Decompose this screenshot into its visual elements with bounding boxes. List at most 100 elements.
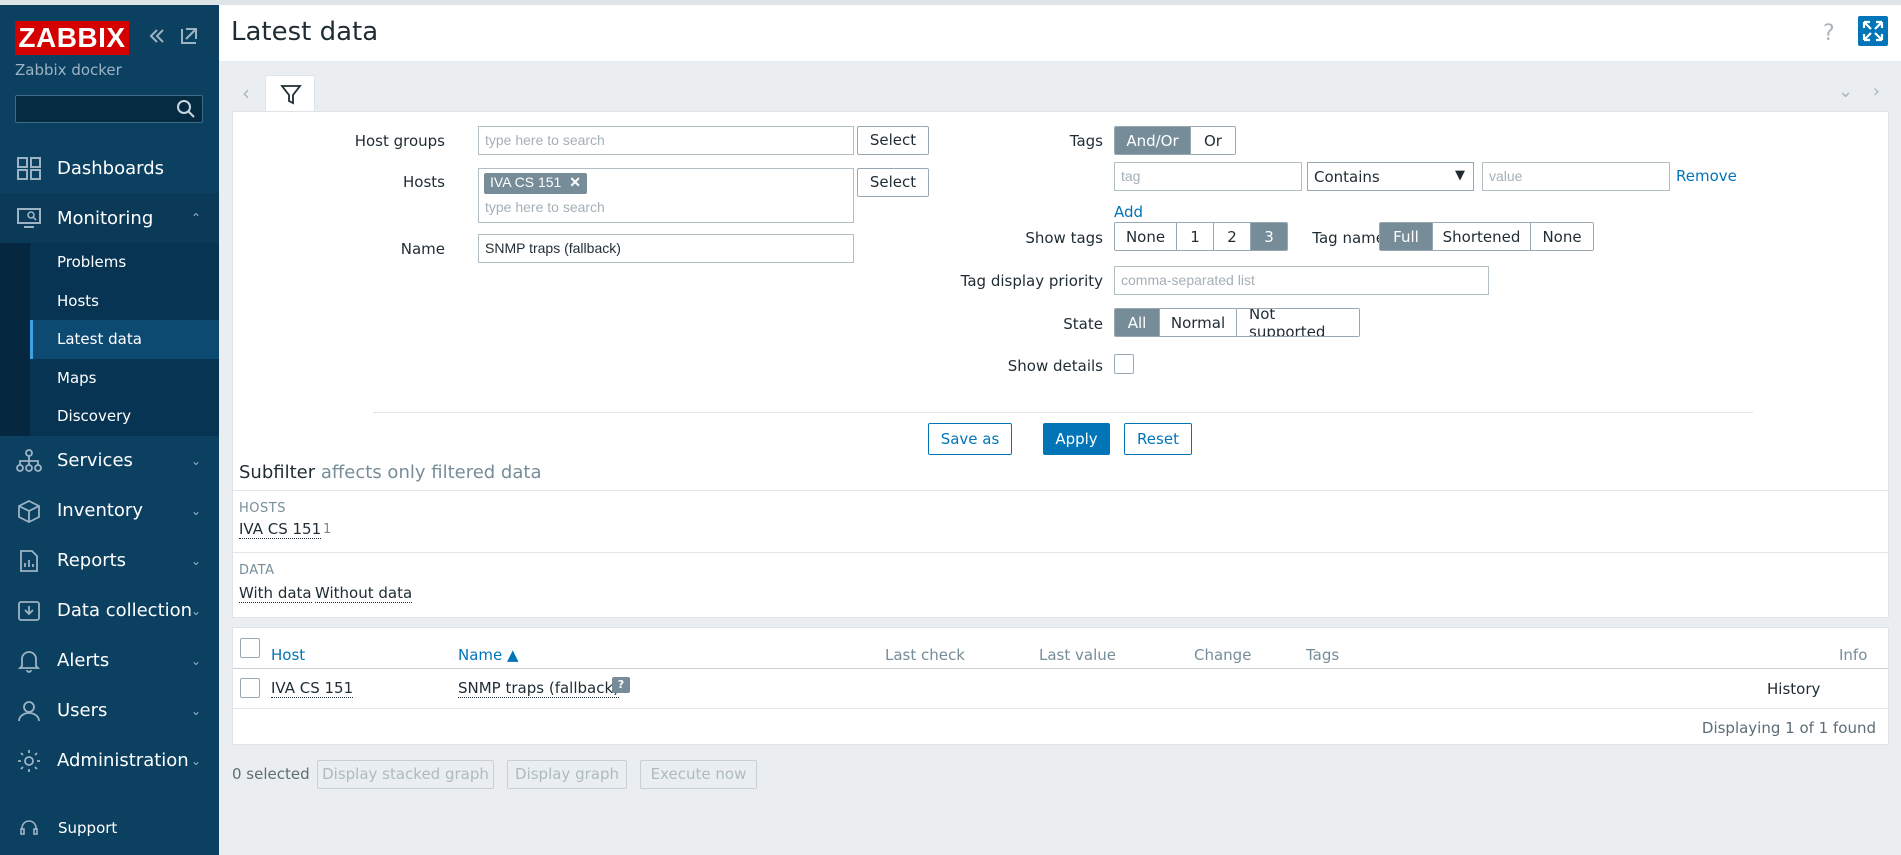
tag-operator-select[interactable]: Contains ▼ (1307, 162, 1474, 191)
state-all[interactable]: All (1115, 309, 1160, 336)
chevron-down-icon: ⌄ (191, 703, 202, 718)
show-tags-2[interactable]: 2 (1214, 223, 1251, 250)
table-footer-count: Displaying 1 of 1 found (1701, 719, 1876, 737)
remove-tag-link[interactable]: Remove (1676, 167, 1737, 185)
chevron-left-icon[interactable]: ‹ (242, 81, 250, 105)
sidebar-item-hosts[interactable]: Hosts (0, 281, 219, 320)
hosts-search-placeholder[interactable]: type here to search (485, 199, 605, 215)
state-normal[interactable]: Normal (1160, 309, 1237, 336)
host-chip: IVA CS 151 ✕ (484, 173, 587, 194)
subfilter-with-data-link[interactable]: With data (239, 585, 312, 603)
sidebar-search-input[interactable] (15, 95, 203, 123)
hosts-input[interactable]: IVA CS 151 ✕ type here to search (478, 168, 854, 223)
sidebar-item-maps[interactable]: Maps (0, 358, 219, 397)
sidebar-item-discovery[interactable]: Discovery (0, 397, 219, 436)
row-checkbox[interactable] (240, 678, 260, 698)
filter-tab[interactable] (265, 75, 315, 112)
tag-value-input[interactable]: value (1482, 162, 1670, 191)
show-tags-label: Show tags (1025, 229, 1103, 247)
selected-count: 0 selected (232, 765, 310, 783)
row-host-link[interactable]: IVA CS 151 (271, 680, 354, 698)
nav-label: Administration (57, 750, 189, 771)
subfilter-data-row: DATA With data Without data (233, 552, 1888, 614)
name-label: Name (400, 240, 445, 258)
show-details-checkbox[interactable] (1114, 354, 1134, 374)
display-graph-button[interactable]: Display graph (507, 760, 627, 789)
nav-label: Dashboards (57, 157, 165, 179)
filter-tabs: ‹ ⌄ › (232, 75, 1892, 112)
show-tags-1[interactable]: 1 (1177, 223, 1214, 250)
support-link[interactable]: Support (0, 813, 219, 843)
search-icon[interactable] (176, 99, 196, 119)
hosts-select-button[interactable]: Select (857, 168, 929, 197)
filter-divider (373, 412, 1753, 413)
services-icon (16, 448, 42, 472)
name-input[interactable]: SNMP traps (fallback) (478, 234, 854, 263)
users-icon (18, 700, 40, 721)
reports-icon (20, 549, 38, 572)
tag-name-label: Tag name (1312, 229, 1385, 247)
execute-now-button[interactable]: Execute now (640, 760, 757, 789)
nav-administration[interactable]: Administration ⌄ (0, 736, 219, 786)
apply-button[interactable]: Apply (1043, 423, 1110, 455)
support-label: Support (58, 819, 118, 837)
reset-button[interactable]: Reset (1124, 423, 1192, 455)
tags-mode-or[interactable]: Or (1191, 127, 1235, 154)
hide-sidebar-icon[interactable] (178, 25, 200, 47)
history-link[interactable]: History (1767, 680, 1820, 698)
chevron-down-icon: ⌄ (191, 603, 202, 618)
nav-users[interactable]: Users ⌄ (0, 686, 219, 736)
display-stacked-graph-button[interactable]: Display stacked graph (317, 760, 494, 789)
tag-display-priority-input[interactable]: comma-separated list (1114, 266, 1489, 295)
table-row: IVA CS 151 SNMP traps (fallback) ? Histo… (233, 669, 1888, 709)
nav-services[interactable]: Services ⌄ (0, 436, 219, 486)
row-item-name-link[interactable]: SNMP traps (fallback) (458, 680, 620, 698)
show-tags-none[interactable]: None (1115, 223, 1177, 250)
add-tag-link[interactable]: Add (1114, 203, 1143, 221)
column-header-name[interactable]: Name ▲ (458, 646, 519, 664)
sidebar-item-latest-data[interactable]: Latest data (0, 320, 219, 359)
host-groups-input[interactable]: type here to search (478, 126, 854, 155)
nav-alerts[interactable]: Alerts ⌄ (0, 636, 219, 686)
state-not-supported[interactable]: Not supported (1237, 309, 1359, 336)
tag-input[interactable]: tag (1114, 162, 1302, 191)
fullscreen-icon (1862, 20, 1884, 42)
chevron-down-icon: ▼ (1455, 168, 1465, 183)
nav-data-collection[interactable]: Data collection ⌄ (0, 586, 219, 636)
subfilter-host-link[interactable]: IVA CS 151 (239, 521, 322, 539)
tag-name-none[interactable]: None (1531, 223, 1593, 250)
chevron-down-icon[interactable]: ⌄ (1838, 81, 1853, 102)
nav-label: Monitoring (57, 207, 154, 229)
tag-name-shortened[interactable]: Shortened (1433, 223, 1531, 250)
nav-monitoring[interactable]: Monitoring ⌃ (0, 193, 219, 243)
chevron-down-icon: ⌄ (191, 453, 202, 468)
item-description-icon[interactable]: ? (612, 677, 630, 693)
show-details-label: Show details (1007, 357, 1103, 375)
tag-name-full[interactable]: Full (1380, 223, 1433, 250)
chevron-down-icon: ⌄ (191, 653, 202, 668)
nav-reports[interactable]: Reports ⌄ (0, 536, 219, 586)
tags-mode-and-or[interactable]: And/Or (1115, 127, 1191, 154)
zabbix-logo[interactable]: ZABBIX (15, 21, 129, 55)
chevron-right-icon[interactable]: › (1873, 81, 1880, 102)
sidebar-item-problems[interactable]: Problems (0, 243, 219, 282)
close-icon[interactable]: ✕ (569, 174, 581, 190)
chevron-down-icon: ⌄ (191, 753, 202, 768)
chevron-down-icon: ⌄ (191, 503, 202, 518)
dashboards-icon (17, 157, 41, 180)
collapse-sidebar-icon[interactable] (146, 25, 168, 47)
host-groups-select-button[interactable]: Select (857, 126, 929, 155)
column-header-last-check: Last check (885, 646, 965, 664)
help-icon[interactable]: ? (1823, 21, 1835, 46)
column-header-host[interactable]: Host (271, 646, 305, 664)
nav-dashboards[interactable]: Dashboards (0, 143, 219, 193)
kiosk-mode-button[interactable] (1858, 16, 1888, 46)
save-as-button[interactable]: Save as (928, 423, 1012, 455)
subfilter-subtitle: affects only filtered data (320, 462, 542, 483)
column-header-tags: Tags (1306, 646, 1340, 664)
column-header-change: Change (1194, 646, 1252, 664)
subfilter-without-data-link[interactable]: Without data (315, 585, 413, 603)
select-all-checkbox[interactable] (240, 638, 260, 658)
show-tags-3[interactable]: 3 (1251, 223, 1287, 250)
nav-inventory[interactable]: Inventory ⌄ (0, 486, 219, 536)
